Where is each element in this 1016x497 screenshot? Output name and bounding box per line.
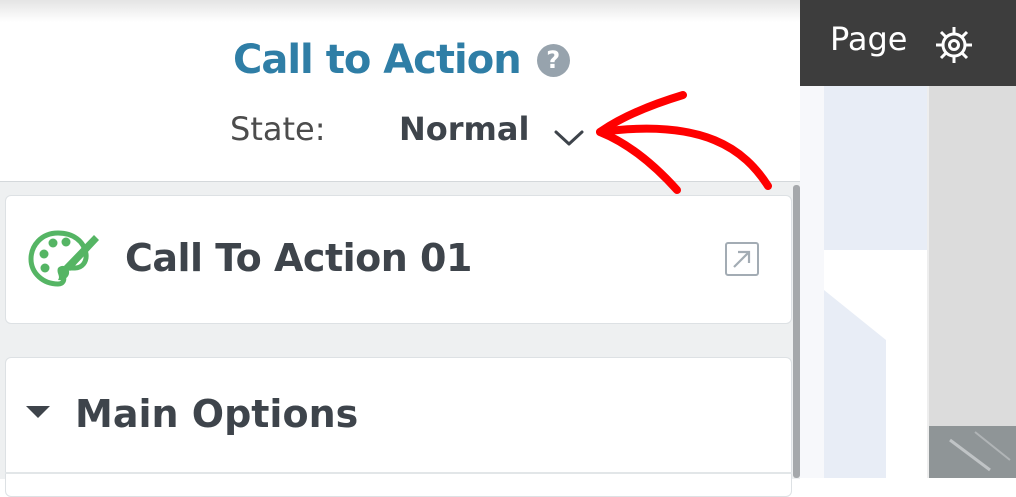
divider [5,472,792,474]
external-link-icon[interactable] [725,242,759,276]
gear-icon[interactable] [934,25,974,65]
page-preview: Page [800,0,1016,478]
widget-name: Call To Action 01 [125,236,472,280]
palette-icon [28,230,99,287]
red-arrow-annotation [596,91,772,194]
triangle-down-icon[interactable] [26,406,50,418]
section-title[interactable]: Main Options [75,392,358,436]
scrollbar[interactable] [793,185,800,478]
page-settings-bar[interactable]: Page [800,0,1016,86]
page-label[interactable]: Page [830,20,907,58]
